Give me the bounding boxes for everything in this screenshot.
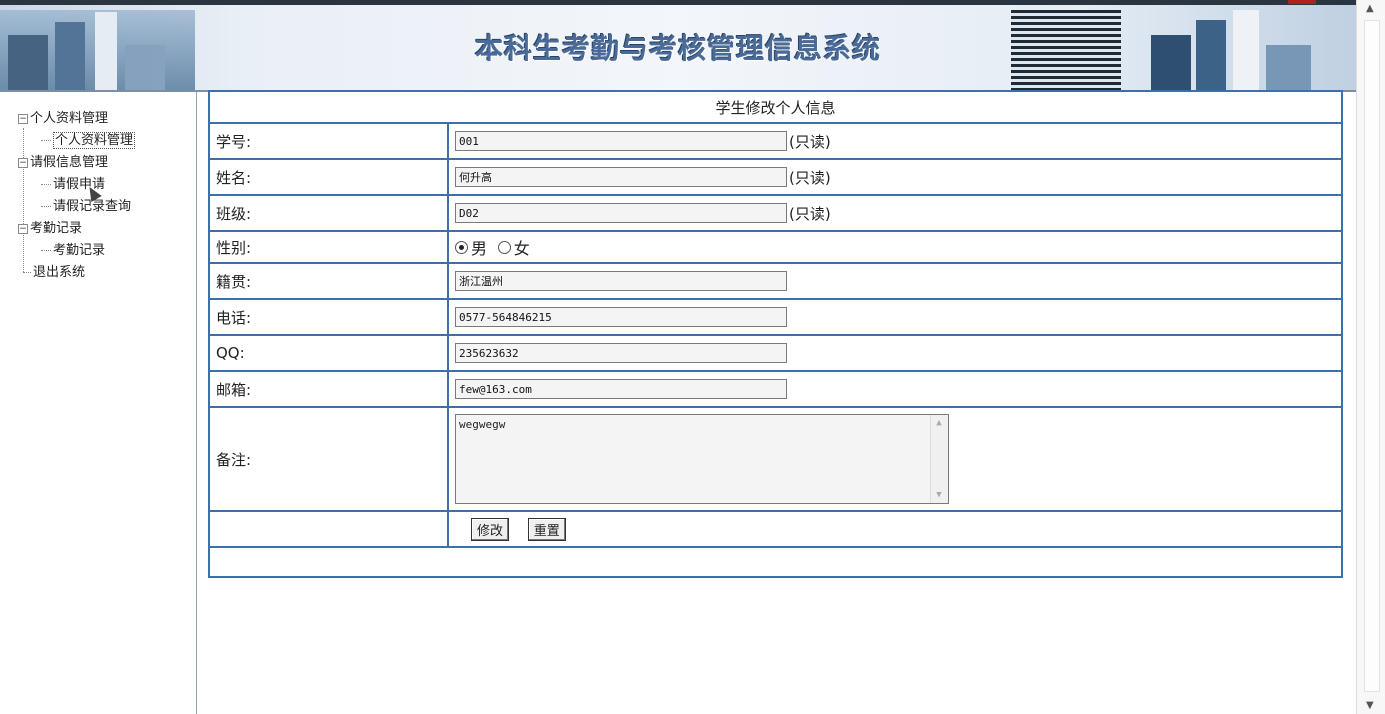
field-row-class: 班级: (只读) bbox=[208, 194, 1343, 232]
field-row-remark: 备注: wegwegw ▲ ▼ bbox=[208, 406, 1343, 512]
gender-female-radio[interactable]: 女 bbox=[497, 235, 530, 259]
gender-male-radio[interactable]: 男 bbox=[455, 235, 487, 259]
field-row-hometown: 籍贯: bbox=[208, 262, 1343, 300]
tree-group-profile[interactable]: − 个人资料管理 bbox=[18, 110, 108, 127]
student-id-input[interactable] bbox=[455, 131, 787, 151]
top-bar-mark bbox=[1288, 0, 1316, 4]
field-row-name: 姓名: (只读) bbox=[208, 158, 1343, 196]
tree-connector bbox=[23, 128, 24, 272]
footer-row bbox=[208, 546, 1343, 578]
page-scrollbar[interactable]: ▲ ▼ bbox=[1356, 0, 1385, 714]
tree-group-label: 考勤记录 bbox=[30, 221, 83, 236]
remark-text: wegwegw bbox=[459, 418, 506, 431]
field-row-phone: 电话: bbox=[208, 298, 1343, 336]
field-label: 性别: bbox=[208, 230, 449, 264]
tree-group-leave[interactable]: − 请假信息管理 bbox=[18, 154, 108, 171]
tree-item-exit[interactable]: 退出系统 bbox=[23, 264, 85, 281]
modify-button[interactable]: 修改 bbox=[471, 517, 510, 541]
tree-item-label: 考勤记录 bbox=[53, 243, 106, 258]
class-input[interactable] bbox=[455, 203, 787, 223]
tree-group-label: 个人资料管理 bbox=[30, 111, 109, 126]
collapse-icon[interactable]: − bbox=[18, 223, 28, 234]
qq-input[interactable] bbox=[455, 343, 787, 363]
scroll-down-icon[interactable]: ▼ bbox=[933, 489, 945, 501]
hometown-input[interactable] bbox=[455, 271, 787, 291]
field-label: 班级: bbox=[208, 194, 449, 232]
collapse-icon[interactable]: − bbox=[18, 157, 28, 168]
phone-input[interactable] bbox=[455, 307, 787, 327]
collapse-icon[interactable]: − bbox=[18, 113, 28, 124]
remark-textarea[interactable]: wegwegw ▲ ▼ bbox=[455, 414, 949, 504]
field-label: 电话: bbox=[208, 298, 449, 336]
form-title: 学生修改个人信息 bbox=[208, 90, 1343, 124]
field-label: QQ: bbox=[208, 334, 449, 372]
tree-group-attendance[interactable]: − 考勤记录 bbox=[18, 220, 82, 237]
field-row-qq: QQ: bbox=[208, 334, 1343, 372]
tree-item-label: 个人资料管理 bbox=[53, 132, 136, 149]
system-title: 本科生考勤与考核管理信息系统 bbox=[474, 32, 881, 65]
readonly-note: (只读) bbox=[789, 168, 831, 187]
field-row-gender: 性别: 男 女 bbox=[208, 230, 1343, 264]
field-label: 学号: bbox=[208, 122, 449, 160]
name-input[interactable] bbox=[455, 167, 787, 187]
tree-item-leave-query[interactable]: 请假记录查询 bbox=[41, 198, 131, 215]
button-row: 修改 重置 bbox=[208, 510, 1343, 548]
scroll-up-icon[interactable]: ▲ bbox=[1366, 3, 1374, 14]
scroll-down-icon[interactable]: ▼ bbox=[1366, 700, 1374, 711]
readonly-note: (只读) bbox=[789, 204, 831, 223]
field-label: 备注: bbox=[208, 406, 449, 512]
field-row-email: 邮箱: bbox=[208, 370, 1343, 408]
header-banner: 本科生考勤与考核管理信息系统 bbox=[0, 5, 1356, 92]
scrollbar-thumb[interactable] bbox=[1364, 20, 1380, 692]
tree-item-attendance[interactable]: 考勤记录 bbox=[41, 242, 105, 259]
field-label: 邮箱: bbox=[208, 370, 449, 408]
email-input[interactable] bbox=[455, 379, 787, 399]
tree-item-label: 退出系统 bbox=[33, 265, 86, 280]
textarea-scrollbar[interactable]: ▲ ▼ bbox=[930, 415, 948, 503]
reset-button[interactable]: 重置 bbox=[527, 517, 566, 541]
profile-form: 学生修改个人信息 学号: (只读) 姓名: (只读) 班级: (只读) 性别: … bbox=[208, 90, 1343, 578]
radio-unchecked-icon bbox=[497, 240, 511, 254]
profile-form-table: 学生修改个人信息 学号: (只读) 姓名: (只读) 班级: (只读) 性别: … bbox=[208, 90, 1343, 578]
tree-group-label: 请假信息管理 bbox=[30, 155, 109, 170]
tree-item-profile[interactable]: 个人资料管理 bbox=[41, 132, 136, 149]
field-label: 姓名: bbox=[208, 158, 449, 196]
radio-checked-icon bbox=[455, 240, 468, 254]
radio-label: 女 bbox=[513, 239, 530, 258]
radio-label: 男 bbox=[471, 239, 488, 258]
readonly-note: (只读) bbox=[789, 132, 831, 151]
scroll-up-icon[interactable]: ▲ bbox=[933, 417, 945, 429]
sidebar-tree: − 个人资料管理 个人资料管理 − 请假信息管理 请假申请 请假记录查询 − 考勤记录… bbox=[0, 92, 197, 714]
field-label: 籍贯: bbox=[208, 262, 449, 300]
field-row-student-id: 学号: (只读) bbox=[208, 122, 1343, 160]
